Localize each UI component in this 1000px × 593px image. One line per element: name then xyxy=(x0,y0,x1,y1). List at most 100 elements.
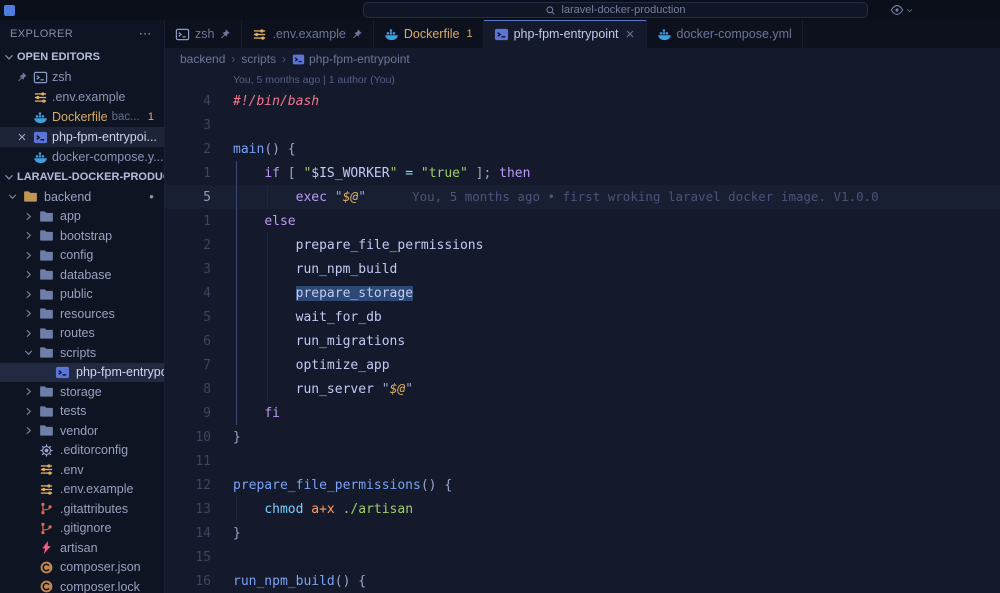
code-line[interactable]: 8 run_server "$@" xyxy=(165,377,1000,401)
codelens-blame[interactable]: You, 5 months ago | 1 author (You) xyxy=(165,70,1000,89)
chevron-right-icon[interactable] xyxy=(24,424,38,438)
gutter[interactable]: 3 xyxy=(165,118,233,133)
code-line[interactable]: 2 prepare_file_permissions xyxy=(165,233,1000,257)
code-line[interactable]: 16 run_npm_build() { xyxy=(165,569,1000,593)
tree-item-php-fpm-entrypo[interactable]: php-fpm-entrypo... xyxy=(0,362,164,382)
open-editor-docker-compose-y[interactable]: docker-compose.y... xyxy=(0,147,164,167)
breadcrumb-item-scripts[interactable]: scripts xyxy=(241,52,276,66)
chevron-right-icon[interactable] xyxy=(24,287,38,301)
tree-item-env-example[interactable]: .env.example xyxy=(0,480,164,500)
code-line[interactable]: 15 xyxy=(165,545,1000,569)
command-center[interactable]: laravel-docker-production xyxy=(363,2,868,18)
chevron-right-icon[interactable] xyxy=(24,385,38,399)
tree-item-composer-lock[interactable]: composer.lock xyxy=(0,577,164,593)
gutter[interactable]: 9 xyxy=(165,406,233,421)
code-line[interactable]: 12 prepare_file_permissions() { xyxy=(165,473,1000,497)
tree-item-storage[interactable]: storage xyxy=(0,382,164,402)
code-line[interactable]: 2 main() { xyxy=(165,137,1000,161)
close-icon[interactable] xyxy=(624,28,636,40)
code-line[interactable]: 6 run_migrations xyxy=(165,329,1000,353)
breadcrumb-item-backend[interactable]: backend xyxy=(180,52,225,66)
gutter[interactable]: 3 xyxy=(165,262,233,277)
code-line[interactable]: 4 #!/bin/bash xyxy=(165,89,1000,113)
tab-php-fpm-entrypoint[interactable]: php-fpm-entrypoint xyxy=(483,20,647,48)
code-line[interactable]: 11 xyxy=(165,449,1000,473)
code-line[interactable]: 1 else xyxy=(165,209,1000,233)
open-editor-zsh[interactable]: zsh xyxy=(0,67,164,87)
gutter[interactable]: 13 xyxy=(165,502,233,517)
gutter[interactable]: 8 xyxy=(165,382,233,397)
chevron-down-icon[interactable] xyxy=(24,346,38,360)
tab-zsh[interactable]: zsh xyxy=(165,20,243,48)
tree-item-env[interactable]: .env xyxy=(0,460,164,480)
breadcrumb-item-php-fpm-entrypoint[interactable]: php-fpm-entrypoint xyxy=(292,52,410,66)
tree-item-config[interactable]: config xyxy=(0,246,164,266)
pin-icon[interactable] xyxy=(351,28,363,40)
code-editor[interactable]: You, 5 months ago | 1 author (You) 4 #!/b… xyxy=(165,70,1000,593)
code-line[interactable]: 7 optimize_app xyxy=(165,353,1000,377)
open-editor-php-fpm-entrypoi[interactable]: php-fpm-entrypoi... xyxy=(0,127,164,147)
tree-item-gitignore[interactable]: .gitignore xyxy=(0,519,164,539)
gutter[interactable]: 1 xyxy=(165,166,233,181)
tree-item-database[interactable]: database xyxy=(0,265,164,285)
layout-controls[interactable] xyxy=(890,2,914,18)
more-actions-icon[interactable]: ⋯ xyxy=(139,27,152,40)
gutter[interactable]: 10 xyxy=(165,430,233,445)
gutter[interactable]: 4 xyxy=(165,286,233,301)
gutter[interactable]: 12 xyxy=(165,478,233,493)
tab-dockerfile[interactable]: Dockerfile 1 xyxy=(374,20,484,48)
tree-item-scripts[interactable]: scripts xyxy=(0,343,164,363)
chevron-right-icon[interactable] xyxy=(24,268,38,282)
gutter[interactable]: 1 xyxy=(165,214,233,229)
chevron-right-icon[interactable] xyxy=(24,209,38,223)
code-line[interactable]: 13 chmod a+x ./artisan xyxy=(165,497,1000,521)
workspace-header[interactable]: LARAVEL-DOCKER-PRODUCTI... xyxy=(0,167,164,187)
open-editor-env-example[interactable]: .env.example xyxy=(0,87,164,107)
pin-icon[interactable] xyxy=(219,28,231,40)
gutter[interactable]: 5 xyxy=(165,310,233,325)
gutter[interactable]: 11 xyxy=(165,454,233,469)
tree-item-public[interactable]: public xyxy=(0,285,164,305)
chevron-right-icon[interactable] xyxy=(24,326,38,340)
tree-item-resources[interactable]: resources xyxy=(0,304,164,324)
gutter[interactable]: 7 xyxy=(165,358,233,373)
open-editor-dockerfile[interactable]: Dockerfile bac... 1 xyxy=(0,107,164,127)
open-editors-header[interactable]: OPEN EDITORS xyxy=(0,47,164,67)
gutter[interactable]: 2 xyxy=(165,142,233,157)
chevron-right-icon[interactable] xyxy=(24,307,38,321)
tree-item-tests[interactable]: tests xyxy=(0,402,164,422)
tree-item-routes[interactable]: routes xyxy=(0,324,164,344)
tree-item-editorconfig[interactable]: .editorconfig xyxy=(0,441,164,461)
tree-item-bootstrap[interactable]: bootstrap xyxy=(0,226,164,246)
gutter[interactable]: 4 xyxy=(165,94,233,109)
toggle-view-icon[interactable] xyxy=(890,3,904,17)
tab-env-example[interactable]: .env.example xyxy=(242,20,374,48)
code-line[interactable]: 5 wait_for_db xyxy=(165,305,1000,329)
chevron-down-icon[interactable] xyxy=(8,190,22,204)
code-line[interactable]: 4 prepare_storage xyxy=(165,281,1000,305)
tab-docker-compose-yml[interactable]: docker-compose.yml xyxy=(647,20,803,48)
code-line[interactable]: 10} xyxy=(165,425,1000,449)
gutter[interactable]: 15 xyxy=(165,550,233,565)
tree-item-gitattributes[interactable]: .gitattributes xyxy=(0,499,164,519)
code-line[interactable]: 3 xyxy=(165,113,1000,137)
code-line[interactable]: 1 if [ "$IS_WORKER" = "true" ]; then xyxy=(165,161,1000,185)
gutter[interactable]: 5 xyxy=(165,190,233,205)
close-icon[interactable] xyxy=(16,131,28,143)
gutter[interactable]: 2 xyxy=(165,238,233,253)
chevron-right-icon[interactable] xyxy=(24,229,38,243)
chevron-right-icon[interactable] xyxy=(24,404,38,418)
tree-item-vendor[interactable]: vendor xyxy=(0,421,164,441)
code-line[interactable]: 3 run_npm_build xyxy=(165,257,1000,281)
gutter[interactable]: 6 xyxy=(165,334,233,349)
tree-item-artisan[interactable]: artisan xyxy=(0,538,164,558)
tree-item-backend[interactable]: backend ● xyxy=(0,187,164,207)
chevron-right-icon[interactable] xyxy=(24,248,38,262)
gutter[interactable]: 14 xyxy=(165,526,233,541)
code-line[interactable]: 5 exec "$@" You, 5 months ago • first wro… xyxy=(165,185,1000,209)
code-line[interactable]: 14} xyxy=(165,521,1000,545)
tree-item-app[interactable]: app xyxy=(0,207,164,227)
gutter[interactable]: 16 xyxy=(165,574,233,589)
tree-item-composer-json[interactable]: composer.json xyxy=(0,558,164,578)
code-line[interactable]: 9 fi xyxy=(165,401,1000,425)
